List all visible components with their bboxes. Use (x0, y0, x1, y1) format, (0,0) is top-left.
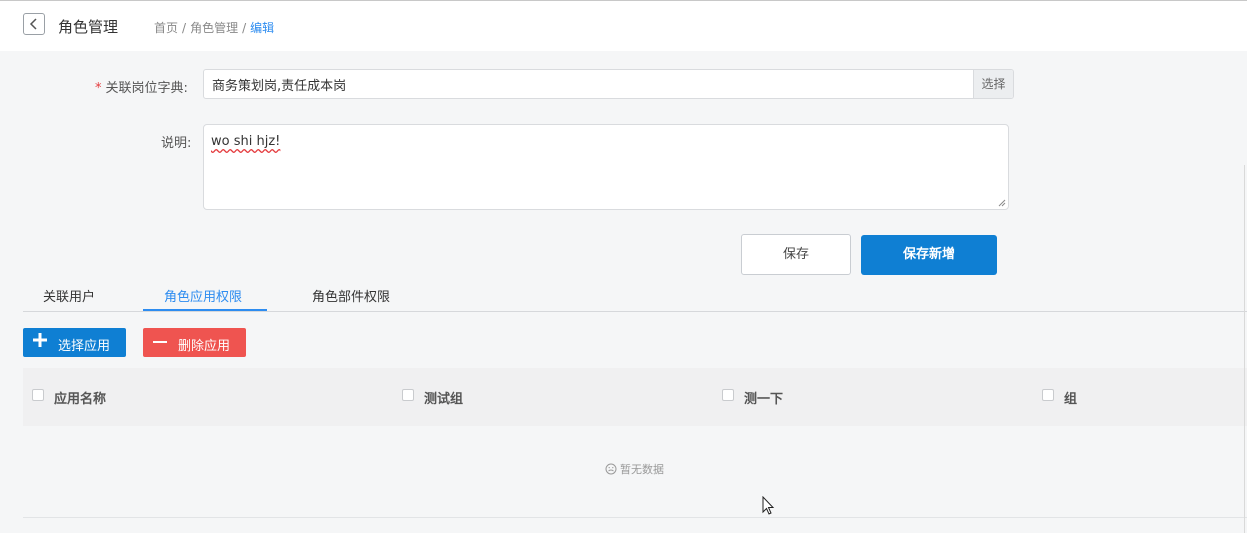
tab-role-component-permissions[interactable]: 角色部件权限 (312, 286, 390, 305)
plus-icon (33, 333, 47, 347)
checkbox-app-name[interactable] (32, 389, 44, 401)
save-new-button[interactable]: 保存新增 (861, 235, 997, 275)
delete-app-button[interactable]: 删除应用 (143, 328, 246, 357)
tab-role-app-permissions[interactable]: 角色应用权限 (164, 286, 242, 305)
chevron-left-icon (29, 18, 37, 30)
active-tab-indicator (143, 309, 267, 311)
select-app-label: 选择应用 (58, 339, 111, 354)
required-mark: * (95, 81, 102, 96)
position-dict-label: * 关联岗位字典: (95, 81, 188, 96)
mouse-cursor-icon (762, 496, 775, 515)
select-position-button[interactable]: 选择 (973, 70, 1013, 98)
breadcrumb-edit: 编辑 (250, 21, 275, 35)
position-dict-input[interactable] (204, 70, 990, 98)
empty-text: 暂无数据 (620, 463, 664, 476)
empty-face-icon (605, 463, 617, 475)
tabs-divider (23, 311, 1247, 312)
empty-state: 暂无数据 (605, 461, 664, 477)
checkbox-test-once[interactable] (722, 389, 734, 401)
save-button[interactable]: 保存 (741, 234, 851, 275)
delete-app-label: 删除应用 (178, 339, 231, 354)
page-header: 角色管理 首页 / 角色管理 / 编辑 (0, 1, 1247, 51)
resize-grip-icon[interactable] (998, 199, 1006, 207)
back-button[interactable] (23, 13, 45, 35)
page-title: 角色管理 (58, 18, 119, 36)
table-header: 应用名称 测试组 测一下 组 (23, 368, 1247, 426)
description-label: 说明: (161, 136, 192, 151)
breadcrumb-role-management[interactable]: 角色管理 (190, 21, 238, 35)
tab-related-users[interactable]: 关联用户 (43, 286, 95, 305)
scrollbar-track[interactable] (1244, 165, 1245, 533)
position-dict-field: 选择 (203, 69, 1014, 99)
table-bottom-border (23, 517, 1247, 518)
minus-icon (153, 341, 167, 343)
breadcrumb-home[interactable]: 首页 (154, 21, 178, 35)
description-text: wo shi hjz! (211, 134, 281, 149)
checkbox-group[interactable] (1042, 389, 1054, 401)
breadcrumb: 首页 / 角色管理 / 编辑 (154, 21, 275, 35)
checkbox-test-group[interactable] (402, 389, 414, 401)
description-textarea[interactable]: wo shi hjz! (203, 124, 1009, 210)
select-app-button[interactable]: 选择应用 (23, 328, 126, 357)
